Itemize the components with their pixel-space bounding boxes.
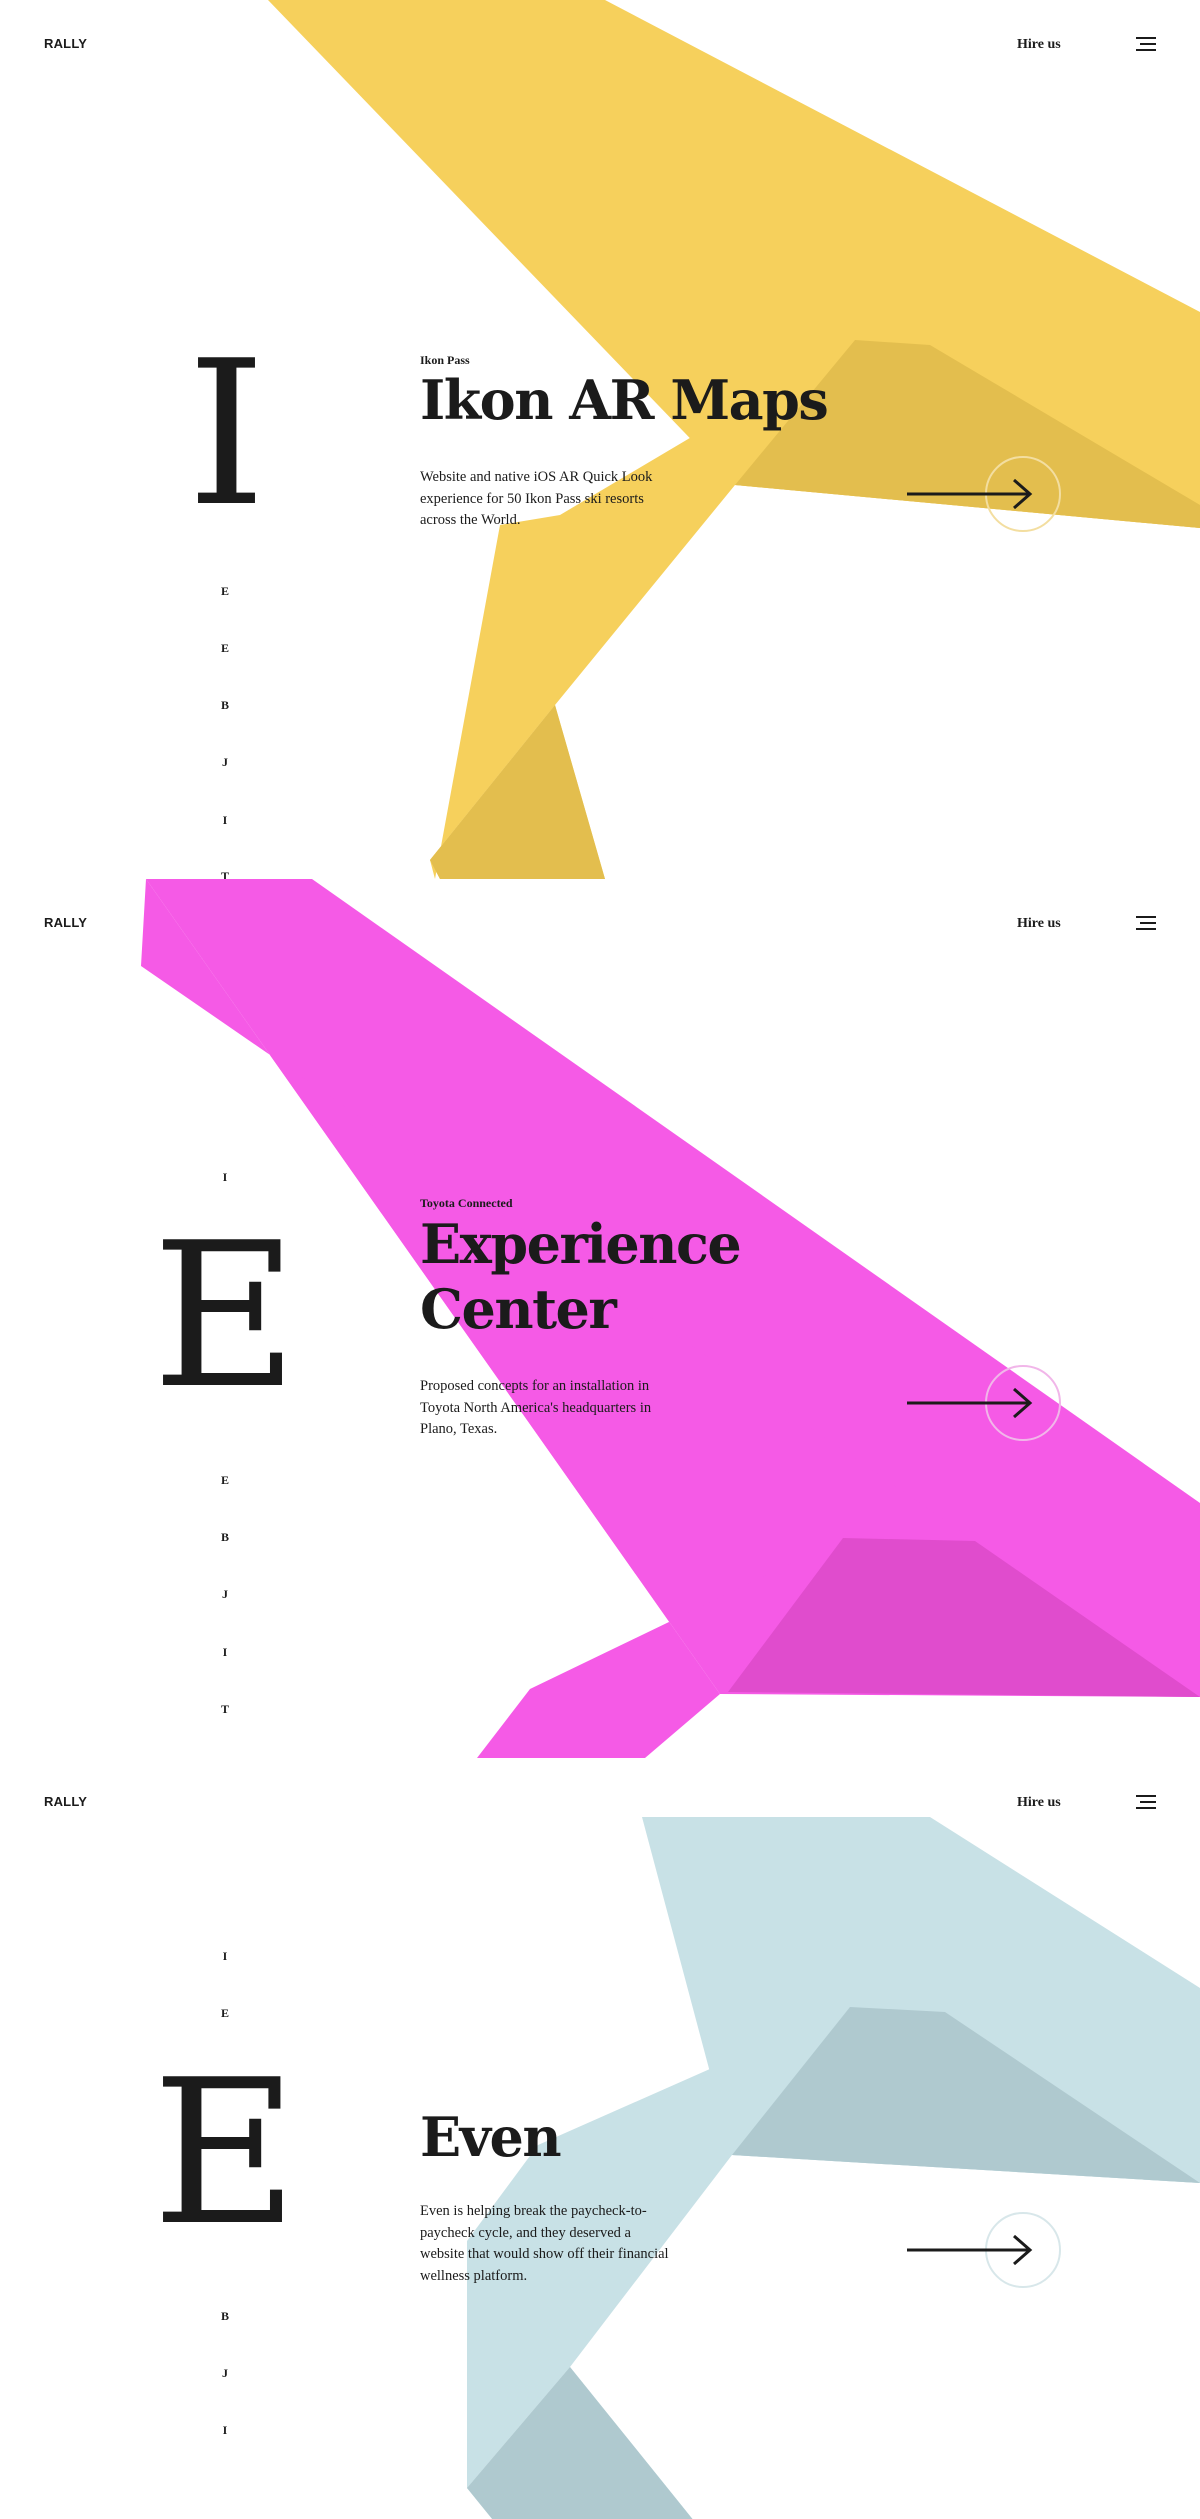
vertical-letter: E bbox=[220, 641, 229, 655]
arrow-right-icon bbox=[907, 478, 1033, 510]
description-line: Proposed concepts for an installation in bbox=[420, 1378, 650, 1394]
vertical-letter: J bbox=[222, 755, 228, 769]
description-line: experience for 50 Ikon Pass ski resorts bbox=[420, 490, 644, 507]
arrow-right-icon bbox=[907, 2234, 1033, 2266]
vertical-letter: E bbox=[220, 1473, 229, 1487]
arrow-right-icon bbox=[907, 1387, 1033, 1419]
hire-us-link[interactable]: Hire us bbox=[1017, 1795, 1061, 1811]
title-line: Ikon AR Maps bbox=[420, 368, 829, 432]
description-line: Toyota North America's headquarters in bbox=[420, 1399, 652, 1416]
project-description: Even is helping break the paycheck-to- p… bbox=[420, 2201, 669, 2287]
project-description: Proposed concepts for an installation in… bbox=[420, 1376, 651, 1441]
project-client: Toyota Connected bbox=[420, 1196, 513, 1210]
description-line: Website and native iOS AR Quick Look bbox=[420, 469, 653, 485]
project-initial-letter: E bbox=[152, 2037, 298, 2270]
vertical-letter: I bbox=[222, 1645, 228, 1659]
vertical-letter: I bbox=[222, 1170, 228, 1184]
view-project-button[interactable] bbox=[905, 2212, 1061, 2288]
project-panel-toyota: RALLY Hire us I E E B J I T Toyota Conne… bbox=[0, 879, 1200, 1758]
vertical-letter: I bbox=[222, 1949, 228, 1963]
description-line: wellness platform. bbox=[420, 2267, 528, 2284]
project-title[interactable]: Experience Center bbox=[420, 1212, 742, 1342]
logo[interactable]: RALLY bbox=[44, 36, 87, 51]
description-line: Plano, Texas. bbox=[420, 1421, 498, 1437]
hamburger-menu-icon[interactable] bbox=[1134, 37, 1156, 53]
project-initial-letter: I bbox=[187, 318, 267, 551]
vertical-letter: E bbox=[220, 2006, 229, 2020]
vertical-letter: E bbox=[220, 584, 229, 598]
hamburger-menu-icon[interactable] bbox=[1134, 1795, 1156, 1811]
project-initial-letter: E bbox=[152, 1200, 298, 1433]
description-line: paycheck cycle, and they deserved a bbox=[420, 2224, 631, 2241]
project-panel-ikon: RALLY Hire us I E E B J I T Ikon Pass Ik… bbox=[0, 0, 1200, 879]
vertical-letter: J bbox=[222, 1587, 228, 1601]
vertical-letter: J bbox=[222, 2366, 228, 2380]
title-line: Even bbox=[420, 2105, 562, 2169]
vertical-letter: I bbox=[222, 813, 228, 827]
vertical-letter: B bbox=[220, 1530, 229, 1544]
hire-us-link[interactable]: Hire us bbox=[1017, 37, 1061, 53]
title-line: Center bbox=[420, 1277, 617, 1341]
description-line: website that would show off their financ… bbox=[420, 2246, 669, 2262]
view-project-button[interactable] bbox=[905, 1365, 1061, 1441]
project-title[interactable]: Even bbox=[420, 2105, 562, 2170]
vertical-letter: B bbox=[220, 698, 229, 712]
description-line: Even is helping break the paycheck-to- bbox=[420, 2203, 647, 2219]
logo[interactable]: RALLY bbox=[44, 1794, 87, 1809]
project-title[interactable]: Ikon AR Maps bbox=[420, 368, 829, 433]
title-line: Experience bbox=[420, 1212, 742, 1276]
project-panel-even: RALLY Hire us I E E B J I Even Even is h… bbox=[0, 1758, 1200, 2519]
ribbon-graphic bbox=[268, 0, 1200, 879]
vertical-letter: T bbox=[220, 1702, 229, 1716]
vertical-letter: T bbox=[220, 869, 229, 879]
project-client: Ikon Pass bbox=[420, 353, 470, 367]
description-line: across the World. bbox=[420, 512, 521, 528]
logo[interactable]: RALLY bbox=[44, 915, 87, 930]
vertical-letter: I bbox=[222, 2423, 228, 2437]
hire-us-link[interactable]: Hire us bbox=[1017, 916, 1061, 932]
vertical-letter: B bbox=[220, 2309, 229, 2323]
project-description: Website and native iOS AR Quick Look exp… bbox=[420, 467, 652, 532]
hamburger-menu-icon[interactable] bbox=[1134, 916, 1156, 932]
view-project-button[interactable] bbox=[905, 456, 1061, 532]
